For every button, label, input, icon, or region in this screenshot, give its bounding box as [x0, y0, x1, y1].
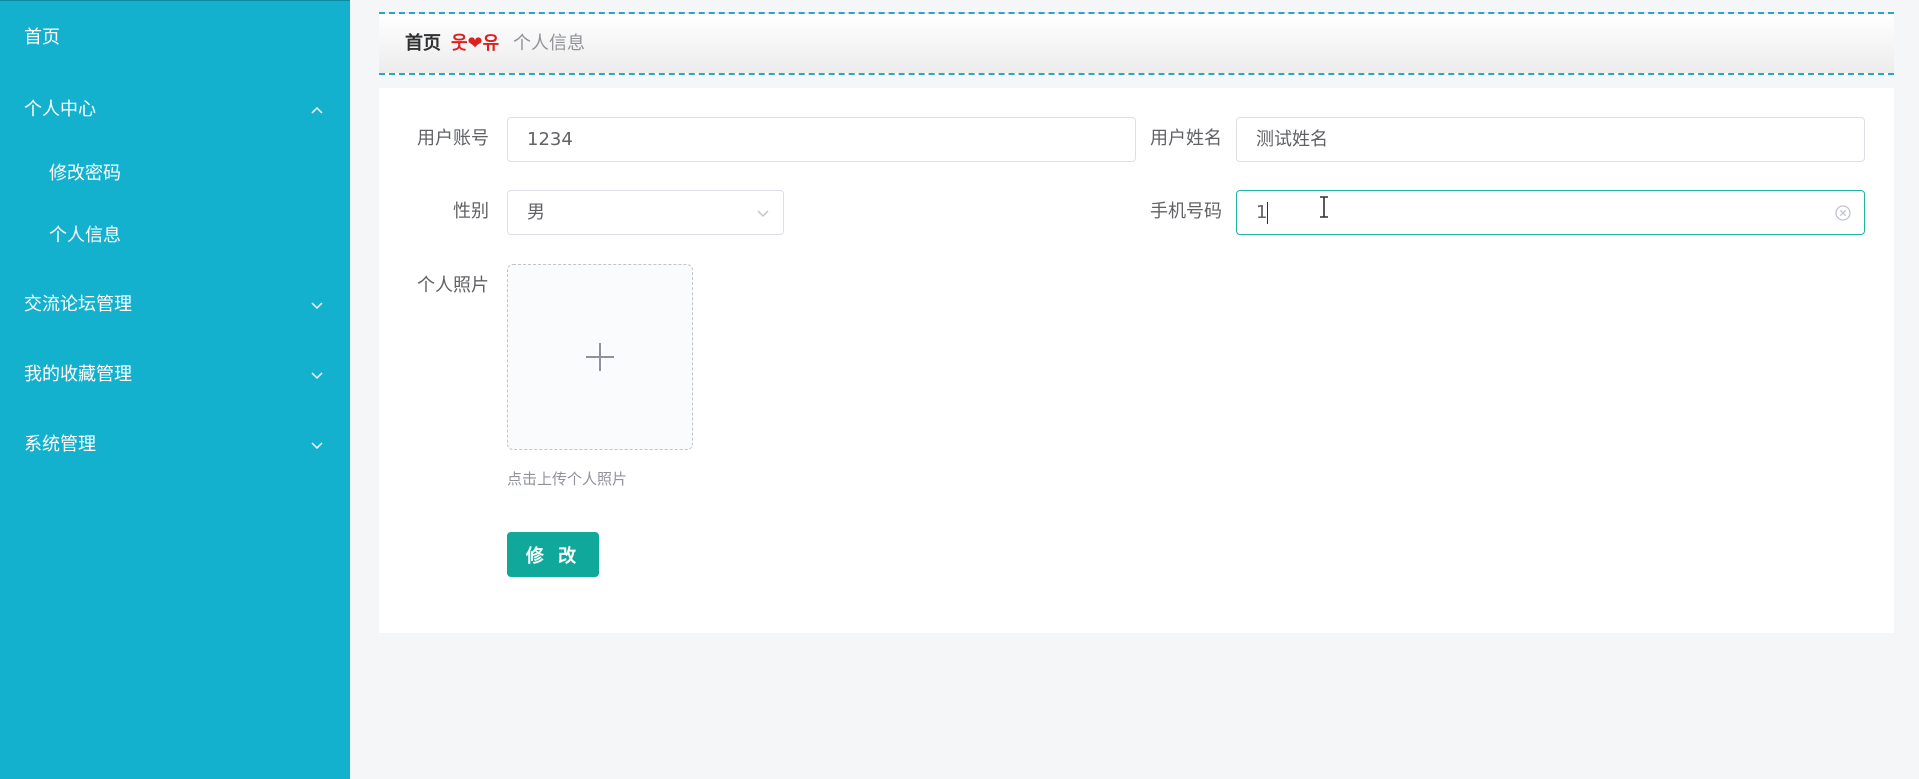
sidebar-item-label: 首页 — [24, 27, 60, 48]
gender-value: 男 — [527, 202, 545, 223]
sidebar-item-label: 我的收藏管理 — [24, 364, 132, 385]
sidebar-item-system-management[interactable]: 系统管理 — [0, 433, 350, 457]
name-input[interactable]: 测试姓名 — [1236, 117, 1865, 162]
photo-label: 个人照片 — [417, 275, 489, 296]
chevron-up-icon — [309, 102, 325, 118]
account-label: 用户账号 — [417, 128, 489, 149]
phone-value: 1 — [1256, 202, 1268, 223]
sidebar-item-change-password[interactable]: 修改密码 — [0, 162, 350, 186]
name-value: 测试姓名 — [1256, 129, 1328, 150]
phone-input[interactable]: 1 — [1236, 190, 1865, 235]
sidebar-item-personal-center[interactable]: 个人中心 — [0, 98, 350, 122]
i-beam-cursor-icon — [1318, 196, 1330, 223]
text-caret — [1267, 202, 1268, 224]
account-input[interactable]: 1234 — [507, 117, 1136, 162]
breadcrumb-separator: 웃❤유 — [451, 33, 500, 54]
sidebar-item-label: 系统管理 — [24, 434, 96, 455]
chevron-down-icon — [309, 297, 325, 313]
sidebar-item-home[interactable]: 首页 — [0, 26, 350, 50]
photo-uploader[interactable] — [507, 264, 693, 450]
sidebar-item-personal-info[interactable]: 个人信息 — [0, 224, 350, 248]
phone-label: 手机号码 — [1150, 201, 1222, 222]
sidebar-item-forum-management[interactable]: 交流论坛管理 — [0, 293, 350, 317]
clear-circle-icon[interactable] — [1834, 204, 1852, 227]
submit-button[interactable]: 修 改 — [507, 532, 599, 577]
sidebar-item-label: 交流论坛管理 — [24, 294, 132, 315]
breadcrumb-current: 个人信息 — [513, 33, 585, 54]
sidebar-item-label: 修改密码 — [49, 163, 121, 184]
sidebar-item-label: 个人信息 — [49, 225, 121, 246]
sidebar-item-label: 个人中心 — [24, 99, 96, 120]
chevron-down-icon — [309, 367, 325, 383]
account-value: 1234 — [527, 129, 573, 150]
chevron-down-icon — [755, 205, 771, 226]
plus-icon — [585, 342, 615, 376]
gender-label: 性别 — [453, 201, 489, 222]
chevron-down-icon — [309, 437, 325, 453]
breadcrumb: 首页 웃❤유 个人信息 — [379, 12, 1894, 75]
sidebar-item-favorites-management[interactable]: 我的收藏管理 — [0, 363, 350, 387]
breadcrumb-home[interactable]: 首页 — [405, 33, 441, 55]
sidebar: 首页 个人中心 修改密码 个人信息 交流论坛管理 我的收藏管理 系统管理 — [0, 0, 350, 779]
name-label: 用户姓名 — [1150, 128, 1222, 149]
photo-hint: 点击上传个人照片 — [507, 470, 628, 488]
personal-info-form: 用户账号 1234 用户姓名 测试姓名 性别 男 手机号码 1 个人照片 点击上… — [379, 88, 1894, 633]
gender-select[interactable]: 男 — [507, 190, 784, 235]
